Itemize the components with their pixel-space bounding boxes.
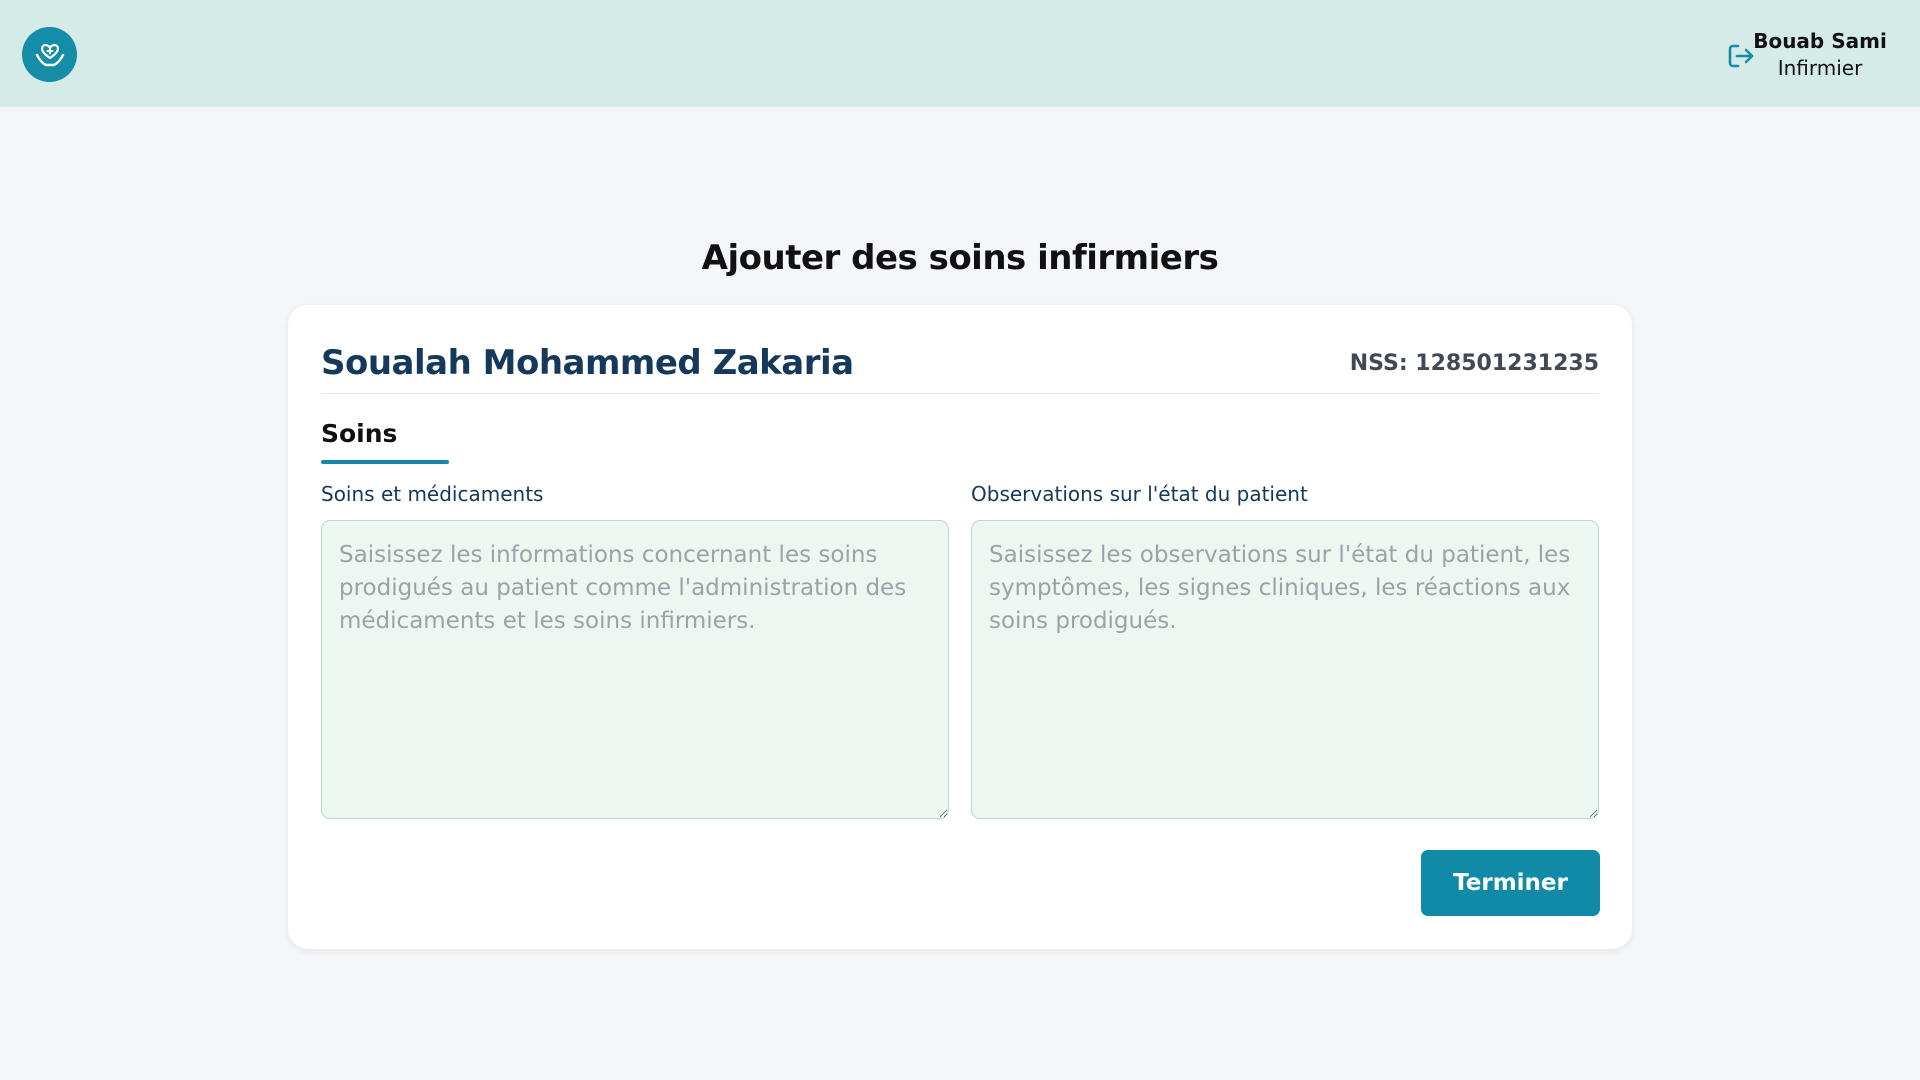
heart-hands-icon (35, 43, 64, 66)
tab-active-indicator (321, 460, 449, 464)
user-role: Infirmier (1777, 56, 1863, 80)
tab-soins[interactable]: Soins (321, 413, 449, 464)
tab-label: Soins (321, 419, 398, 448)
app-logo[interactable] (22, 27, 77, 82)
care-textarea[interactable] (321, 520, 949, 819)
observations-textarea[interactable] (971, 520, 1599, 819)
care-field-label: Soins et médicaments (321, 482, 544, 506)
patient-header: Soualah Mohammed Zakaria NSS: 1285012312… (321, 337, 1599, 394)
top-bar: Bouab Sami Infirmier (0, 0, 1920, 107)
patient-name: Soualah Mohammed Zakaria (321, 343, 854, 383)
patient-nss: NSS: 128501231235 (1349, 351, 1599, 376)
user-info: Bouab Sami Infirmier (1740, 28, 1900, 82)
finish-button[interactable]: Terminer (1421, 850, 1600, 916)
user-name: Bouab Sami (1753, 29, 1887, 53)
care-form-card: Soualah Mohammed Zakaria NSS: 1285012312… (288, 305, 1632, 949)
observations-field-label: Observations sur l'état du patient (971, 482, 1308, 506)
page-title: Ajouter des soins infirmiers (701, 238, 1219, 278)
